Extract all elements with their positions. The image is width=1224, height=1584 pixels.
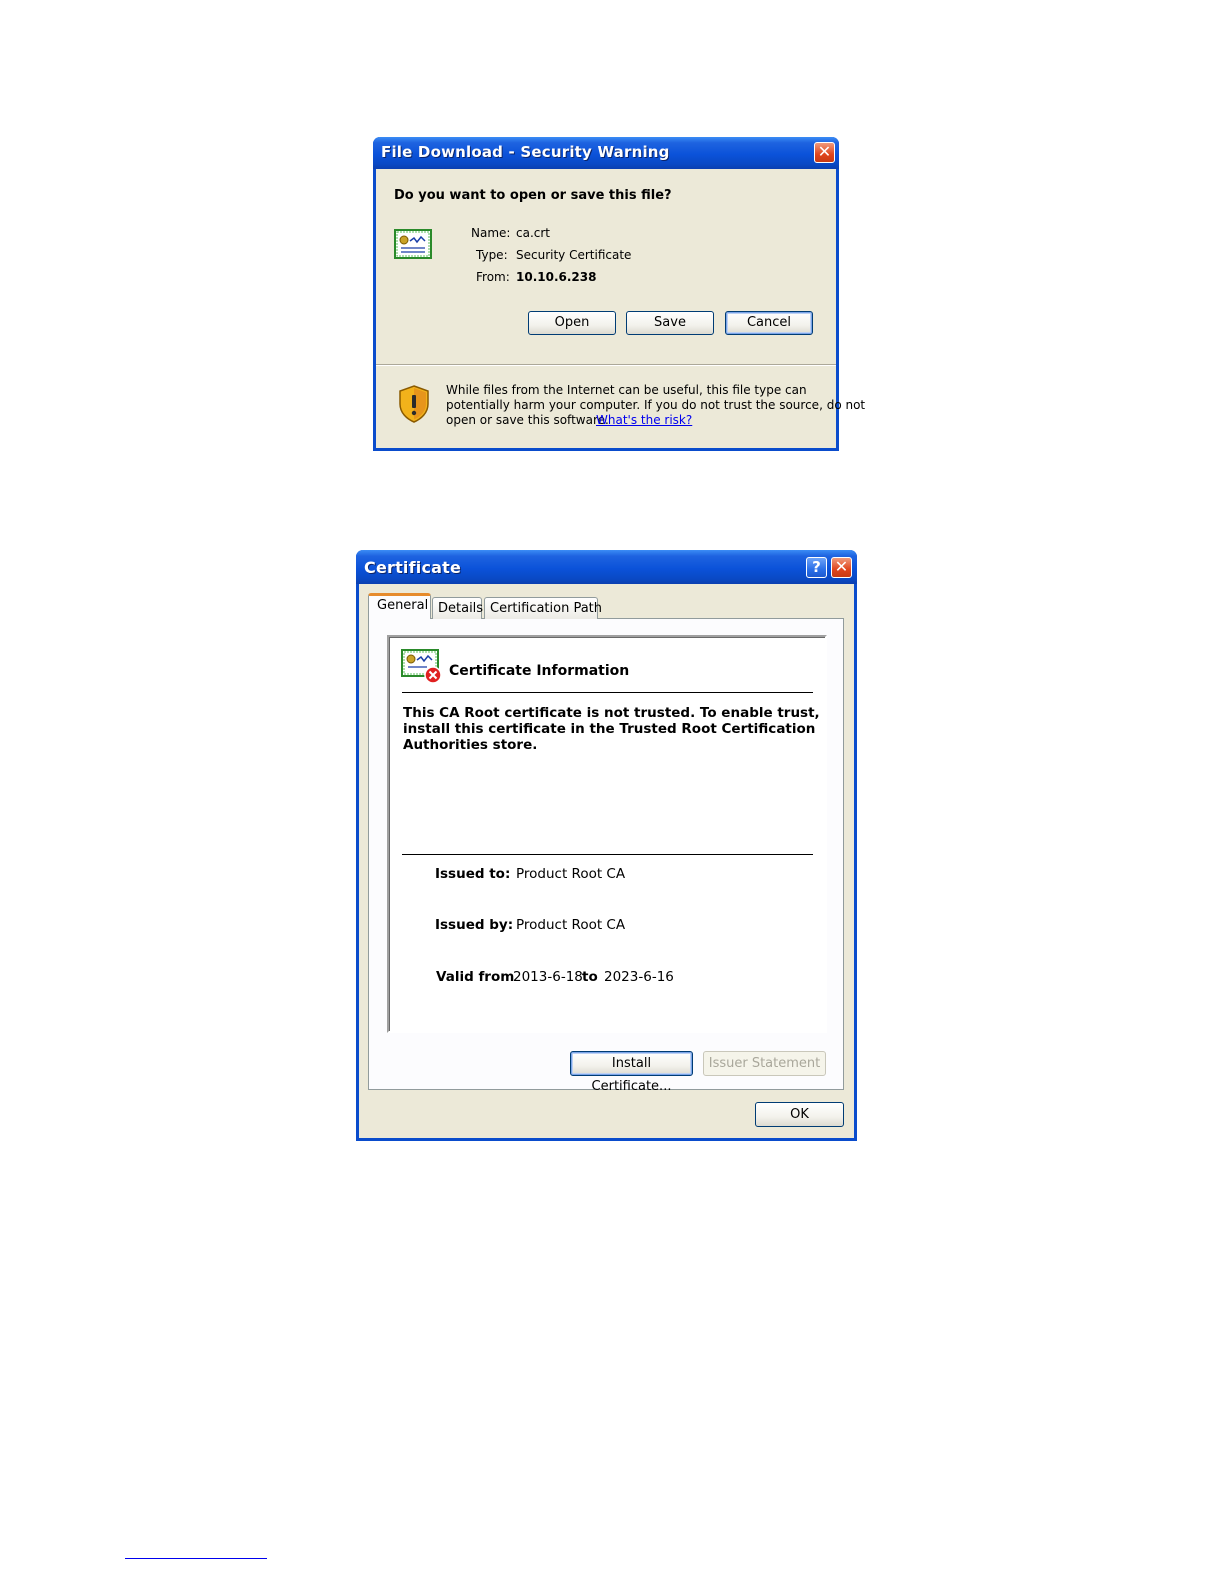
warning-line-3: open or save this software. [446, 413, 609, 427]
whats-the-risk-link[interactable]: What's the risk? [596, 413, 692, 427]
install-certificate-button[interactable]: Install Certificate... [570, 1051, 693, 1094]
tab-details-label: Details [438, 601, 484, 616]
name-label: Name: [471, 226, 511, 240]
certificate-info-heading: Certificate Information [449, 663, 630, 679]
help-icon: ? [812, 558, 821, 576]
valid-to-label: to [582, 969, 598, 985]
from-label: From: [476, 270, 510, 284]
save-button[interactable]: Save [626, 311, 714, 335]
type-value: Security Certificate [516, 248, 632, 262]
tab-details[interactable]: Details [432, 597, 484, 619]
save-button-label: Save [654, 315, 686, 330]
valid-from-label: Valid from [436, 969, 515, 985]
tab-certification-path-label: Certification Path [490, 601, 603, 616]
certificate-error-icon [401, 649, 442, 684]
tab-general-label: General [377, 598, 429, 613]
heading-divider [402, 692, 813, 693]
open-button-label: Open [554, 315, 590, 330]
cancel-button[interactable]: Cancel [725, 311, 813, 335]
file-download-title: File Download - Security Warning [381, 143, 670, 161]
certificate-icon [394, 229, 432, 259]
trust-message-line-1: This CA Root certificate is not trusted.… [403, 705, 820, 721]
footnote-rule [125, 1558, 267, 1559]
separator [376, 364, 836, 366]
certificate-title: Certificate [364, 558, 462, 577]
close-button[interactable]: ✕ [814, 142, 835, 163]
file-download-title-bar[interactable]: File Download - Security Warning ✕ [373, 137, 839, 169]
certificate-info-box: Certificate Information This CA Root cer… [387, 635, 827, 1033]
details-divider [402, 854, 813, 855]
warning-line-1: While files from the Internet can be use… [446, 383, 807, 397]
type-label: Type: [476, 248, 508, 262]
warning-line-2: potentially harm your computer. If you d… [446, 398, 866, 412]
page: { "file_download": { "title": "File Down… [0, 0, 1224, 1584]
tab-certification-path[interactable]: Certification Path [484, 597, 602, 619]
valid-from-value: 2013-6-18 [513, 969, 583, 985]
issued-by-label: Issued by: [435, 917, 514, 933]
issuer-statement-label: Issuer Statement [708, 1056, 821, 1071]
issued-to-label: Issued to: [435, 866, 511, 882]
from-value: 10.10.6.238 [516, 270, 597, 284]
certificate-title-bar[interactable]: Certificate ? ✕ [356, 550, 857, 584]
issuer-statement-button[interactable]: Issuer Statement [703, 1051, 826, 1076]
cancel-button-label: Cancel [746, 315, 792, 330]
issued-to-value: Product Root CA [516, 866, 626, 882]
file-download-dialog: File Download - Security Warning ✕ Do yo… [373, 137, 865, 451]
help-button[interactable]: ? [806, 557, 827, 578]
issued-by-value: Product Root CA [516, 917, 626, 933]
certificate-dialog: Certificate ? ✕ General Details Certific… [356, 550, 857, 1141]
close-icon: ✕ [834, 557, 849, 576]
ok-button[interactable]: OK [755, 1102, 844, 1127]
trust-message-line-2: install this certificate in the Trusted … [403, 721, 816, 737]
tab-general[interactable]: General [368, 593, 431, 619]
valid-to-value: 2023-6-16 [604, 969, 674, 985]
download-question: Do you want to open or save this file? [394, 188, 672, 203]
open-button[interactable]: Open [528, 311, 616, 335]
install-certificate-label: Install Certificate... [591, 1056, 672, 1094]
shield-warning-icon [399, 385, 429, 423]
name-value: ca.crt [516, 226, 551, 240]
ok-button-label: OK [790, 1107, 809, 1122]
trust-message-line-3: Authorities store. [403, 737, 538, 753]
close-icon: ✕ [817, 142, 832, 161]
certificate-close-button[interactable]: ✕ [831, 557, 852, 578]
